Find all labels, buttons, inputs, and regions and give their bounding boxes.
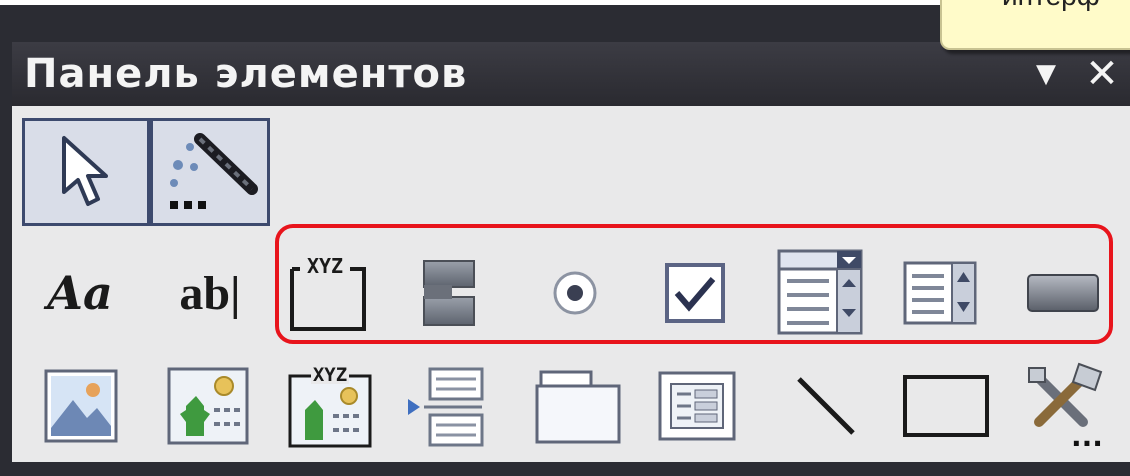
rectangle-icon xyxy=(903,375,989,437)
subform-tool[interactable] xyxy=(652,362,742,450)
image-tool[interactable] xyxy=(36,362,126,450)
more-controls-tool[interactable]: ... xyxy=(1018,358,1114,452)
option-group-tool[interactable]: XYZ xyxy=(282,246,374,336)
textbox-ab-icon: ab| xyxy=(179,266,241,320)
combo-box-tool[interactable] xyxy=(772,244,868,340)
tab-control-icon xyxy=(535,370,621,444)
tooltip-callout: интерф xyxy=(940,0,1130,50)
close-icon: ✕ xyxy=(1085,51,1119,97)
line-icon xyxy=(797,377,855,435)
command-button-tool[interactable] xyxy=(1020,250,1106,336)
rectangle-tool[interactable] xyxy=(896,362,996,450)
subform-icon xyxy=(658,371,736,441)
textbox-tool[interactable]: ab| xyxy=(160,250,260,336)
line-tool[interactable] xyxy=(782,362,870,450)
select-objects-tool[interactable] xyxy=(22,118,150,226)
unbound-object-frame-tool[interactable] xyxy=(160,362,256,450)
combo-box-icon xyxy=(777,249,863,335)
more-controls-icon: ... xyxy=(1028,362,1103,450)
list-box-tool[interactable] xyxy=(898,250,982,336)
list-box-icon xyxy=(903,261,977,325)
options-dropdown-button[interactable]: ▼ xyxy=(1024,52,1068,96)
magic-wand-icon xyxy=(170,133,258,209)
bound-object-frame-tool[interactable]: XYZ xyxy=(282,358,378,450)
window-bottom-border xyxy=(12,462,1130,476)
label-aa-icon: Aa xyxy=(47,266,113,320)
radio-button-icon xyxy=(553,271,597,315)
unbound-object-frame-icon xyxy=(167,367,249,445)
option-button-tool[interactable] xyxy=(535,250,615,336)
window-title: Панель элементов xyxy=(24,51,468,97)
check-box-tool[interactable] xyxy=(655,250,735,336)
close-button[interactable]: ✕ xyxy=(1080,51,1124,97)
bound-object-frame-icon: XYZ xyxy=(288,364,372,448)
page-break-tool[interactable] xyxy=(400,362,490,450)
command-button-icon xyxy=(1027,274,1099,312)
control-wizards-tool[interactable] xyxy=(150,118,270,226)
option-group-label: XYZ xyxy=(307,254,343,278)
option-group-icon: XYZ xyxy=(290,254,366,331)
bound-object-frame-label: XYZ xyxy=(313,364,347,386)
toggle-button-tool[interactable] xyxy=(410,250,490,336)
pointer-arrow-icon xyxy=(62,136,108,206)
label-tool[interactable]: Aa xyxy=(30,250,130,336)
image-icon xyxy=(44,369,118,443)
chevron-down-icon: ▼ xyxy=(1036,59,1056,89)
more-controls-ellipsis: ... xyxy=(1071,420,1103,450)
check-box-icon xyxy=(665,263,725,323)
tab-control-tool[interactable] xyxy=(528,362,628,450)
toggle-button-icon xyxy=(423,260,475,326)
page-break-icon xyxy=(408,367,484,447)
tooltip-text: интерф xyxy=(1002,0,1100,12)
